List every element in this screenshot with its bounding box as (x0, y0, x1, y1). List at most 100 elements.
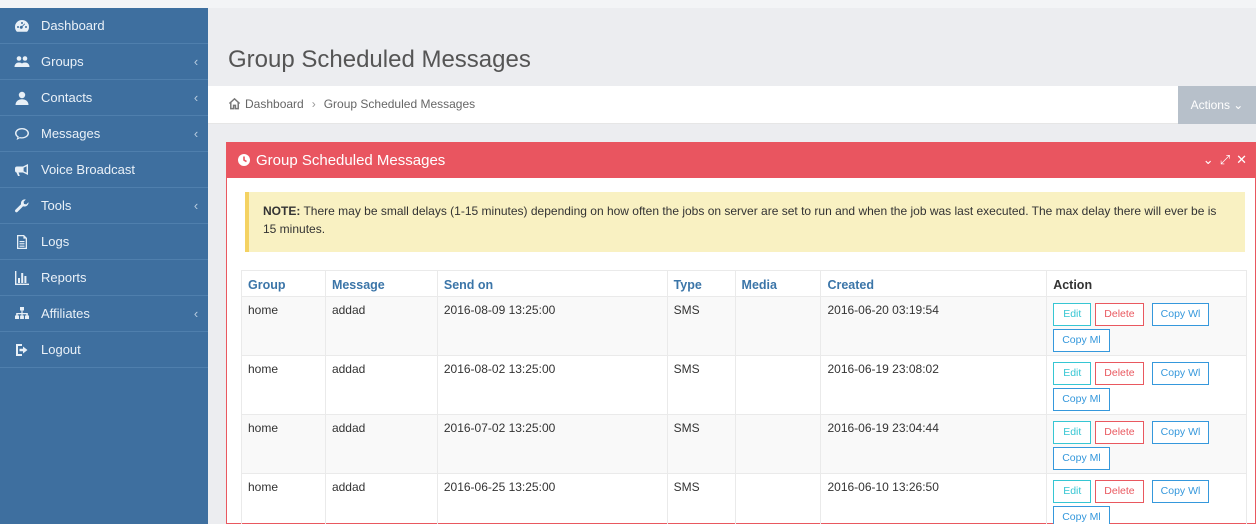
sidebar-item-contacts[interactable]: Contacts ‹ (0, 80, 208, 116)
sidebar-item-affiliates[interactable]: Affiliates ‹ (0, 296, 208, 332)
cell-message: addad (324, 473, 438, 524)
cell-group: home (241, 473, 326, 524)
sidebar-item-reports[interactable]: Reports (0, 260, 208, 296)
sidebar-item-voice-broadcast[interactable]: Voice Broadcast (0, 152, 208, 188)
sidebar-item-label: Messages (41, 126, 101, 141)
cell-group: home (241, 296, 326, 356)
user-icon (12, 90, 32, 106)
note-label: NOTE: (263, 204, 301, 218)
chevron-left-icon: ‹ (193, 198, 199, 213)
column-header-group[interactable]: Group (241, 270, 326, 297)
sidebar-item-label: Contacts (41, 90, 93, 105)
chevron-left-icon: ‹ (193, 126, 199, 141)
column-header-created[interactable]: Created (820, 270, 1048, 297)
breadcrumb-dashboard-link[interactable]: Dashboard (245, 97, 304, 111)
cell-type: SMS (666, 296, 736, 356)
bar-chart-icon (12, 270, 32, 286)
cell-send-on: 2016-06-25 13:25:00 (436, 473, 668, 524)
delete-button[interactable]: Delete (1095, 421, 1144, 444)
copy-wl-button[interactable]: Copy Wl (1151, 362, 1210, 385)
actions-dropdown-button[interactable]: Actions ⌄ (1178, 86, 1256, 124)
cell-send-on: 2016-08-02 13:25:00 (436, 355, 668, 415)
collapse-icon[interactable]: ⌄ (1203, 152, 1214, 168)
copy-wl-button[interactable]: Copy Wl (1151, 303, 1210, 326)
note-alert: NOTE: There may be small delays (1-15 mi… (245, 192, 1245, 252)
delete-button[interactable]: Delete (1095, 480, 1144, 503)
cell-created: 2016-06-10 13:26:50 (820, 473, 1048, 524)
fullscreen-icon[interactable]: ⤢ (1220, 152, 1230, 168)
breadcrumb-separator: › (311, 97, 316, 111)
sidebar-item-label: Logout (41, 342, 81, 357)
cell-media (734, 473, 822, 524)
copy-wl-button[interactable]: Copy Wl (1151, 480, 1210, 503)
sidebar-item-label: Affiliates (41, 306, 90, 321)
dashboard-icon (12, 18, 32, 34)
users-icon (12, 54, 32, 70)
clock-icon (237, 153, 256, 168)
sidebar-item-logout[interactable]: Logout (0, 332, 208, 368)
cell-message: addad (324, 355, 438, 415)
logout-icon (12, 342, 32, 358)
sidebar-item-messages[interactable]: Messages ‹ (0, 116, 208, 152)
sidebar-item-logs[interactable]: Logs (0, 224, 208, 260)
cell-type: SMS (666, 414, 736, 474)
delete-button[interactable]: Delete (1095, 362, 1144, 385)
edit-button[interactable]: Edit (1053, 362, 1092, 385)
sidebar-item-dashboard[interactable]: Dashboard (0, 8, 208, 44)
wrench-icon (12, 198, 32, 214)
sidebar-item-label: Voice Broadcast (41, 162, 135, 177)
cell-created: 2016-06-19 23:08:02 (820, 355, 1048, 415)
cell-group: home (241, 355, 326, 415)
cell-media (734, 296, 822, 356)
copy-wl-button[interactable]: Copy Wl (1151, 421, 1210, 444)
top-strip (0, 0, 1256, 8)
copy-ml-button[interactable]: Copy Ml (1053, 329, 1110, 352)
breadcrumb-bar: Dashboard › Group Scheduled Messages Act… (208, 86, 1256, 124)
main-content: Group Scheduled Messages Dashboard › Gro… (208, 8, 1256, 524)
cell-type: SMS (666, 355, 736, 415)
note-text: There may be small delays (1-15 minutes)… (263, 204, 1217, 236)
page-title: Group Scheduled Messages (228, 46, 531, 73)
chevron-left-icon: ‹ (193, 90, 199, 105)
cell-actions: Edit Delete Copy Wl Copy Ml (1046, 473, 1247, 524)
cell-actions: Edit Delete Copy Wl Copy Ml (1046, 296, 1247, 356)
portlet-title: Group Scheduled Messages (256, 151, 446, 169)
delete-button[interactable]: Delete (1095, 303, 1144, 326)
copy-ml-button[interactable]: Copy Ml (1053, 506, 1110, 524)
table-row: home addad 2016-08-02 13:25:00 SMS 2016-… (241, 355, 1247, 415)
edit-button[interactable]: Edit (1053, 421, 1092, 444)
sidebar-item-label: Reports (41, 270, 87, 285)
column-header-media[interactable]: Media (734, 270, 822, 297)
sidebar-item-label: Logs (41, 234, 70, 249)
sitemap-icon (12, 306, 32, 322)
file-icon (12, 234, 32, 250)
table-row: home addad 2016-06-25 13:25:00 SMS 2016-… (241, 473, 1247, 524)
cell-group: home (241, 414, 326, 474)
column-header-action: Action (1046, 270, 1247, 297)
scheduled-messages-table: Group Message Send on Type Media Created… (241, 270, 1247, 524)
table-row: home addad 2016-08-09 13:25:00 SMS 2016-… (241, 296, 1247, 356)
cell-media (734, 355, 822, 415)
copy-ml-button[interactable]: Copy Ml (1053, 388, 1110, 411)
portlet-tools: ⌄ ⤢ ✕ (1203, 152, 1255, 168)
column-header-message[interactable]: Message (324, 270, 438, 297)
sidebar-item-label: Dashboard (41, 18, 105, 33)
close-icon[interactable]: ✕ (1236, 152, 1247, 168)
chevron-left-icon: ‹ (193, 54, 199, 69)
cell-message: addad (324, 414, 438, 474)
cell-message: addad (324, 296, 438, 356)
portlet: Group Scheduled Messages ⌄ ⤢ ✕ NOTE: The… (226, 142, 1256, 524)
copy-ml-button[interactable]: Copy Ml (1053, 447, 1110, 470)
edit-button[interactable]: Edit (1053, 303, 1092, 326)
cell-actions: Edit Delete Copy Wl Copy Ml (1046, 355, 1247, 415)
edit-button[interactable]: Edit (1053, 480, 1092, 503)
breadcrumb: Dashboard › Group Scheduled Messages (228, 97, 475, 111)
cell-send-on: 2016-07-02 13:25:00 (436, 414, 668, 474)
table-row: home addad 2016-07-02 13:25:00 SMS 2016-… (241, 414, 1247, 474)
sidebar-item-tools[interactable]: Tools ‹ (0, 188, 208, 224)
home-icon (228, 97, 245, 111)
column-header-send-on[interactable]: Send on (436, 270, 668, 297)
cell-created: 2016-06-20 03:19:54 (820, 296, 1048, 356)
sidebar-item-groups[interactable]: Groups ‹ (0, 44, 208, 80)
column-header-type[interactable]: Type (666, 270, 736, 297)
